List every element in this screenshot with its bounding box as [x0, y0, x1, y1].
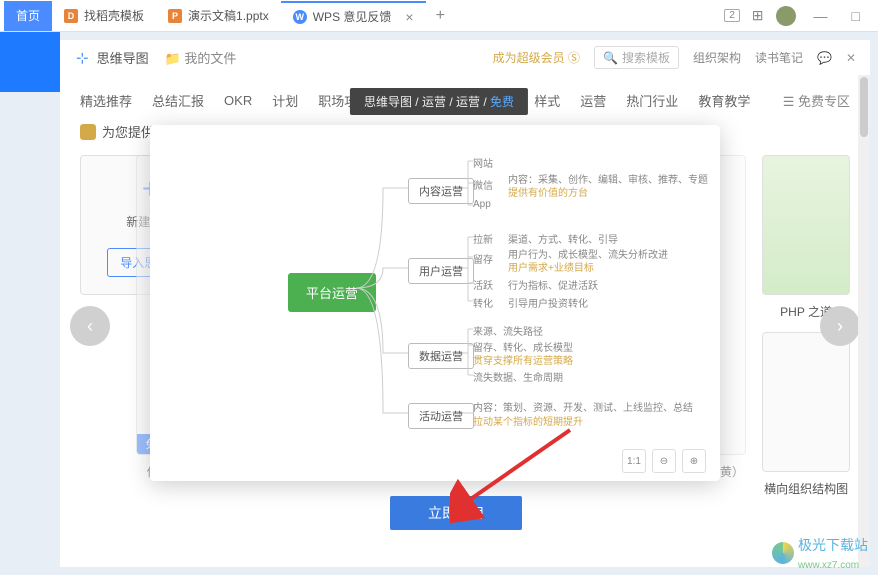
modal-toolbar: 1:1 ⊖ ⊕ — [622, 449, 706, 473]
cat-item[interactable]: 精选推荐 — [80, 91, 132, 110]
vip-link[interactable]: 成为超级会员 Ⓢ — [493, 49, 580, 66]
watermark-url: www.xz7.com — [798, 560, 859, 571]
cat-item[interactable]: OKR — [224, 93, 252, 108]
tab-home[interactable]: 首页 — [4, 1, 52, 31]
window-controls: 2 ⊞ — □ — [724, 6, 874, 26]
cat-item[interactable]: 热门行业 — [626, 91, 678, 110]
docer-icon: D — [64, 9, 78, 23]
leaf: 来源、流失路径 — [473, 323, 543, 338]
leaf: 活跃 — [473, 277, 493, 292]
grid-icon[interactable]: ⊞ — [752, 7, 764, 24]
maximize-button[interactable]: □ — [846, 8, 866, 24]
chat-icon[interactable]: 💬 — [817, 51, 832, 65]
leaf: 转化 — [473, 295, 493, 310]
leaf: 拉动某个指标的短期提升 — [473, 413, 583, 428]
avatar[interactable] — [776, 6, 796, 26]
branch-node: 用户运营 — [408, 258, 474, 284]
tab-label: 演示文稿1.pptx — [188, 7, 269, 24]
cat-free-zone[interactable]: ☰ 免费专区 — [783, 91, 850, 110]
tab-feedback[interactable]: W WPS 意见反馈 × — [281, 1, 426, 31]
cat-item[interactable]: 总结汇报 — [152, 91, 204, 110]
tab-bar: 首页 D 找稻壳模板 P 演示文稿1.pptx W WPS 意见反馈 × + 2… — [0, 0, 878, 32]
header-tab-notes[interactable]: 读书笔记 — [755, 49, 803, 66]
leaf: 渠道、方式、转化、引导 — [508, 231, 618, 246]
watermark-logo-icon — [772, 542, 794, 564]
template-preview-modal: 平台运营 内容运营 网站 微信 内容：采集、创作、编辑、审核、推荐、专题 提供有… — [150, 125, 720, 481]
ratio-button[interactable]: 1:1 — [622, 449, 646, 473]
cat-item[interactable]: 计划 — [272, 91, 298, 110]
carousel-prev-button[interactable]: ‹ — [70, 306, 110, 346]
tab-counter[interactable]: 2 — [724, 9, 740, 22]
leaf: 网站 — [473, 155, 493, 170]
watermark: 极光下载站 www.xz7.com — [772, 535, 868, 571]
mindmap-preview[interactable]: 平台运营 内容运营 网站 微信 内容：采集、创作、编辑、审核、推荐、专题 提供有… — [168, 143, 702, 443]
page-title: 思维导图 — [97, 48, 149, 67]
mindmap-root-node: 平台运营 — [288, 273, 376, 312]
leaf: 留存 — [473, 251, 493, 266]
cat-item[interactable]: 运营 — [580, 91, 606, 110]
branch-node: 数据运营 — [408, 343, 474, 369]
close-panel-icon[interactable]: ✕ — [846, 51, 856, 65]
leaf: 微信 — [473, 177, 493, 192]
leaf: 内容：策划、资源、开发、测试、上线监控、总结 — [473, 399, 693, 414]
card-title: 横向组织结构图 — [762, 480, 850, 497]
branch-node: 活动运营 — [408, 403, 474, 429]
promo-icon — [80, 124, 96, 140]
close-icon[interactable]: × — [405, 9, 413, 25]
cat-item[interactable]: 教育教学 — [698, 91, 750, 110]
leaf: 用户需求+业绩目标 — [508, 259, 594, 274]
leaf: 行为指标、促进活跃 — [508, 277, 598, 292]
leaf: 流失数据、生命周期 — [473, 369, 563, 384]
zoom-out-button[interactable]: ⊖ — [652, 449, 676, 473]
carousel-next-button[interactable]: › — [820, 306, 860, 346]
minimize-button[interactable]: — — [808, 8, 834, 24]
watermark-name: 极光下载站 — [798, 537, 868, 553]
ppt-icon: P — [168, 9, 182, 23]
scrollbar[interactable] — [858, 75, 870, 567]
leaf: 拉新 — [473, 231, 493, 246]
branch-node: 内容运营 — [408, 178, 474, 204]
folder-link[interactable]: 📁 我的文件 — [165, 48, 237, 67]
search-input[interactable]: 🔍 搜索模板 — [594, 46, 679, 69]
leaf: App — [473, 199, 491, 210]
wps-icon: W — [293, 10, 307, 24]
zoom-in-button[interactable]: ⊕ — [682, 449, 706, 473]
tab-label: 找稻壳模板 — [84, 7, 144, 24]
breadcrumb: 思维导图 / 运营 / 运营 / 免费 — [350, 88, 528, 115]
leaf: 提供有价值的方台 — [508, 184, 588, 199]
leaf: 引导用户投资转化 — [508, 295, 588, 310]
tab-add-button[interactable]: + — [426, 7, 455, 25]
leaf: 贯穿支撑所有运营策略 — [473, 352, 573, 367]
use-template-button[interactable]: 立即使用 — [390, 496, 522, 530]
header-tab-org[interactable]: 组织架构 — [693, 49, 741, 66]
tab-label: WPS 意见反馈 — [313, 8, 392, 25]
app-header: ⊹ 思维导图 📁 我的文件 成为超级会员 Ⓢ 🔍 搜索模板 组织架构 读书笔记 … — [60, 40, 870, 75]
cat-item[interactable]: 样式 — [534, 91, 560, 110]
left-sidebar-strip — [0, 32, 60, 92]
tab-presentation[interactable]: P 演示文稿1.pptx — [156, 1, 281, 31]
mindmap-icon: ⊹ — [76, 49, 89, 67]
tab-templates[interactable]: D 找稻壳模板 — [52, 1, 156, 31]
